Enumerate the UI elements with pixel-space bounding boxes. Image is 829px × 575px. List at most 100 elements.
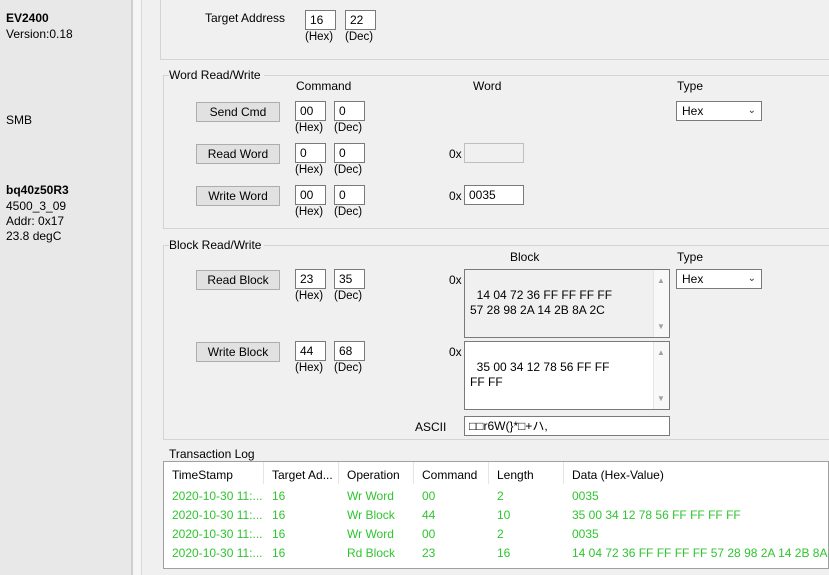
log-cell-timestamp: 2020-10-30 11:... <box>172 546 263 560</box>
hex-unit-label: (Hex) <box>295 164 324 176</box>
block-type-value: Hex <box>682 272 704 286</box>
write-block-value-text: 35 00 34 12 78 56 FF FF FF FF <box>470 360 610 389</box>
read-block-hex-input[interactable]: 23 <box>295 269 326 289</box>
log-cell-data: 14 04 72 36 FF FF FF FF 57 28 98 2A 14 2… <box>572 546 828 560</box>
log-header-command[interactable]: Command <box>414 462 489 484</box>
dec-unit-label: (Dec) <box>334 164 363 176</box>
write-word-button[interactable]: Write Word <box>196 186 280 206</box>
read-word-value-field <box>464 143 524 163</box>
send-cmd-hex-input[interactable]: 00 <box>295 101 326 121</box>
word-type-select[interactable]: Hex ⌄ <box>676 101 762 121</box>
log-header-timestamp[interactable]: TimeStamp <box>164 462 264 484</box>
ascii-value-field[interactable]: □□r6W(}*□+ハ, <box>464 416 670 436</box>
log-cell-command: 44 <box>422 508 436 522</box>
block-group-bottom <box>163 439 829 440</box>
device-address: Addr: 0x17 <box>6 214 65 228</box>
scroll-down-icon[interactable]: ▼ <box>657 391 665 406</box>
word-group-left <box>163 75 164 228</box>
read-block-value-area[interactable]: 14 04 72 36 FF FF FF FF 57 28 98 2A 14 2… <box>464 269 670 338</box>
log-cell-target: 16 <box>272 489 286 503</box>
transaction-log-title: Transaction Log <box>169 447 258 461</box>
read-block-scrollbar[interactable]: ▲ ▼ <box>653 270 669 337</box>
target-address-dec-input[interactable]: 22 <box>345 10 376 30</box>
command-column-header: Command <box>296 79 352 93</box>
write-word-hex-input[interactable]: 00 <box>295 185 326 205</box>
block-type-select[interactable]: Hex ⌄ <box>676 269 762 289</box>
hex-unit-label: (Hex) <box>305 31 334 43</box>
log-cell-target: 16 <box>272 546 286 560</box>
table-row[interactable]: 2020-10-30 11:... 16 Wr Block 44 10 35 0… <box>164 506 828 525</box>
word-group-bottom <box>163 228 829 229</box>
log-cell-length: 16 <box>497 546 511 560</box>
word-column-header: Word <box>473 79 502 93</box>
hex-prefix-label: 0x <box>449 345 462 359</box>
log-header-target[interactable]: Target Ad... <box>264 462 339 484</box>
log-cell-operation: Rd Block <box>347 546 396 560</box>
read-word-hex-input[interactable]: 0 <box>295 143 326 163</box>
hex-prefix-label: 0x <box>449 147 462 161</box>
hex-unit-label: (Hex) <box>295 206 324 218</box>
type-column-header: Type <box>677 250 704 264</box>
log-cell-timestamp: 2020-10-30 11:... <box>172 527 263 541</box>
word-type-value: Hex <box>682 104 704 118</box>
log-header-length[interactable]: Length <box>489 462 564 484</box>
hex-prefix-label: 0x <box>449 273 462 287</box>
scroll-down-icon[interactable]: ▼ <box>657 319 665 334</box>
target-group-border <box>160 0 161 60</box>
read-block-dec-input[interactable]: 35 <box>334 269 365 289</box>
ascii-label: ASCII <box>415 420 447 434</box>
firmware-version: 4500_3_09 <box>6 199 67 213</box>
send-cmd-button[interactable]: Send Cmd <box>196 102 280 122</box>
table-row[interactable]: 2020-10-30 11:... 16 Wr Word 00 2 0035 <box>164 525 828 544</box>
panel-scrollbar[interactable] <box>133 0 142 575</box>
hex-prefix-label: 0x <box>449 189 462 203</box>
write-block-value-input[interactable]: 35 00 34 12 78 56 FF FF FF FF ▲ ▼ <box>464 341 670 410</box>
scroll-up-icon[interactable]: ▲ <box>657 273 665 288</box>
read-word-button[interactable]: Read Word <box>196 144 280 164</box>
log-cell-data: 0035 <box>572 527 599 541</box>
target-address-label: Target Address <box>205 11 286 25</box>
log-cell-data: 0035 <box>572 489 599 503</box>
send-cmd-dec-input[interactable]: 0 <box>334 101 365 121</box>
transaction-log-table[interactable]: TimeStamp Target Ad... Operation Command… <box>163 461 829 569</box>
write-word-dec-input[interactable]: 0 <box>334 185 365 205</box>
dec-unit-label: (Dec) <box>334 206 363 218</box>
dec-unit-label: (Dec) <box>334 122 363 134</box>
write-block-hex-input[interactable]: 44 <box>295 341 326 361</box>
log-cell-command: 00 <box>422 527 436 541</box>
word-group-title: Word Read/Write <box>169 68 264 82</box>
dec-unit-label: (Dec) <box>345 31 374 43</box>
table-row[interactable]: 2020-10-30 11:... 16 Rd Block 23 16 14 0… <box>164 544 828 563</box>
hex-unit-label: (Hex) <box>295 122 324 134</box>
dec-unit-label: (Dec) <box>334 362 363 374</box>
target-address-hex-input[interactable]: 16 <box>305 10 336 30</box>
log-header-data[interactable]: Data (Hex-Value) <box>564 462 828 484</box>
log-cell-length: 2 <box>497 489 504 503</box>
log-cell-target: 16 <box>272 527 286 541</box>
table-row[interactable]: 2020-10-30 11:... 16 Wr Word 00 2 0035 <box>164 487 828 506</box>
target-group-bottom <box>160 59 829 60</box>
log-cell-operation: Wr Word <box>347 527 394 541</box>
chevron-down-icon: ⌄ <box>747 273 756 284</box>
log-cell-command: 00 <box>422 489 436 503</box>
read-block-button[interactable]: Read Block <box>196 270 280 290</box>
hex-unit-label: (Hex) <box>295 290 324 302</box>
log-cell-command: 23 <box>422 546 436 560</box>
read-word-dec-input[interactable]: 0 <box>334 143 365 163</box>
block-group-left <box>163 245 164 439</box>
app-name: EV2400 <box>6 11 49 25</box>
write-block-button[interactable]: Write Block <box>196 342 280 362</box>
block-group-title: Block Read/Write <box>169 238 265 252</box>
app-version: Version:0.18 <box>6 27 73 41</box>
log-cell-timestamp: 2020-10-30 11:... <box>172 489 263 503</box>
write-block-scrollbar[interactable]: ▲ ▼ <box>653 342 669 409</box>
device-temperature: 23.8 degC <box>6 229 62 243</box>
log-header-operation[interactable]: Operation <box>339 462 414 484</box>
log-cell-length: 2 <box>497 527 504 541</box>
log-cell-operation: Wr Block <box>347 508 395 522</box>
write-block-dec-input[interactable]: 68 <box>334 341 365 361</box>
write-word-value-input[interactable]: 0035 <box>464 185 524 205</box>
block-column-header: Block <box>510 250 540 264</box>
device-sidebar: EV2400 Version:0.18 SMB bq40z50R3 4500_3… <box>0 0 131 575</box>
scroll-up-icon[interactable]: ▲ <box>657 345 665 360</box>
